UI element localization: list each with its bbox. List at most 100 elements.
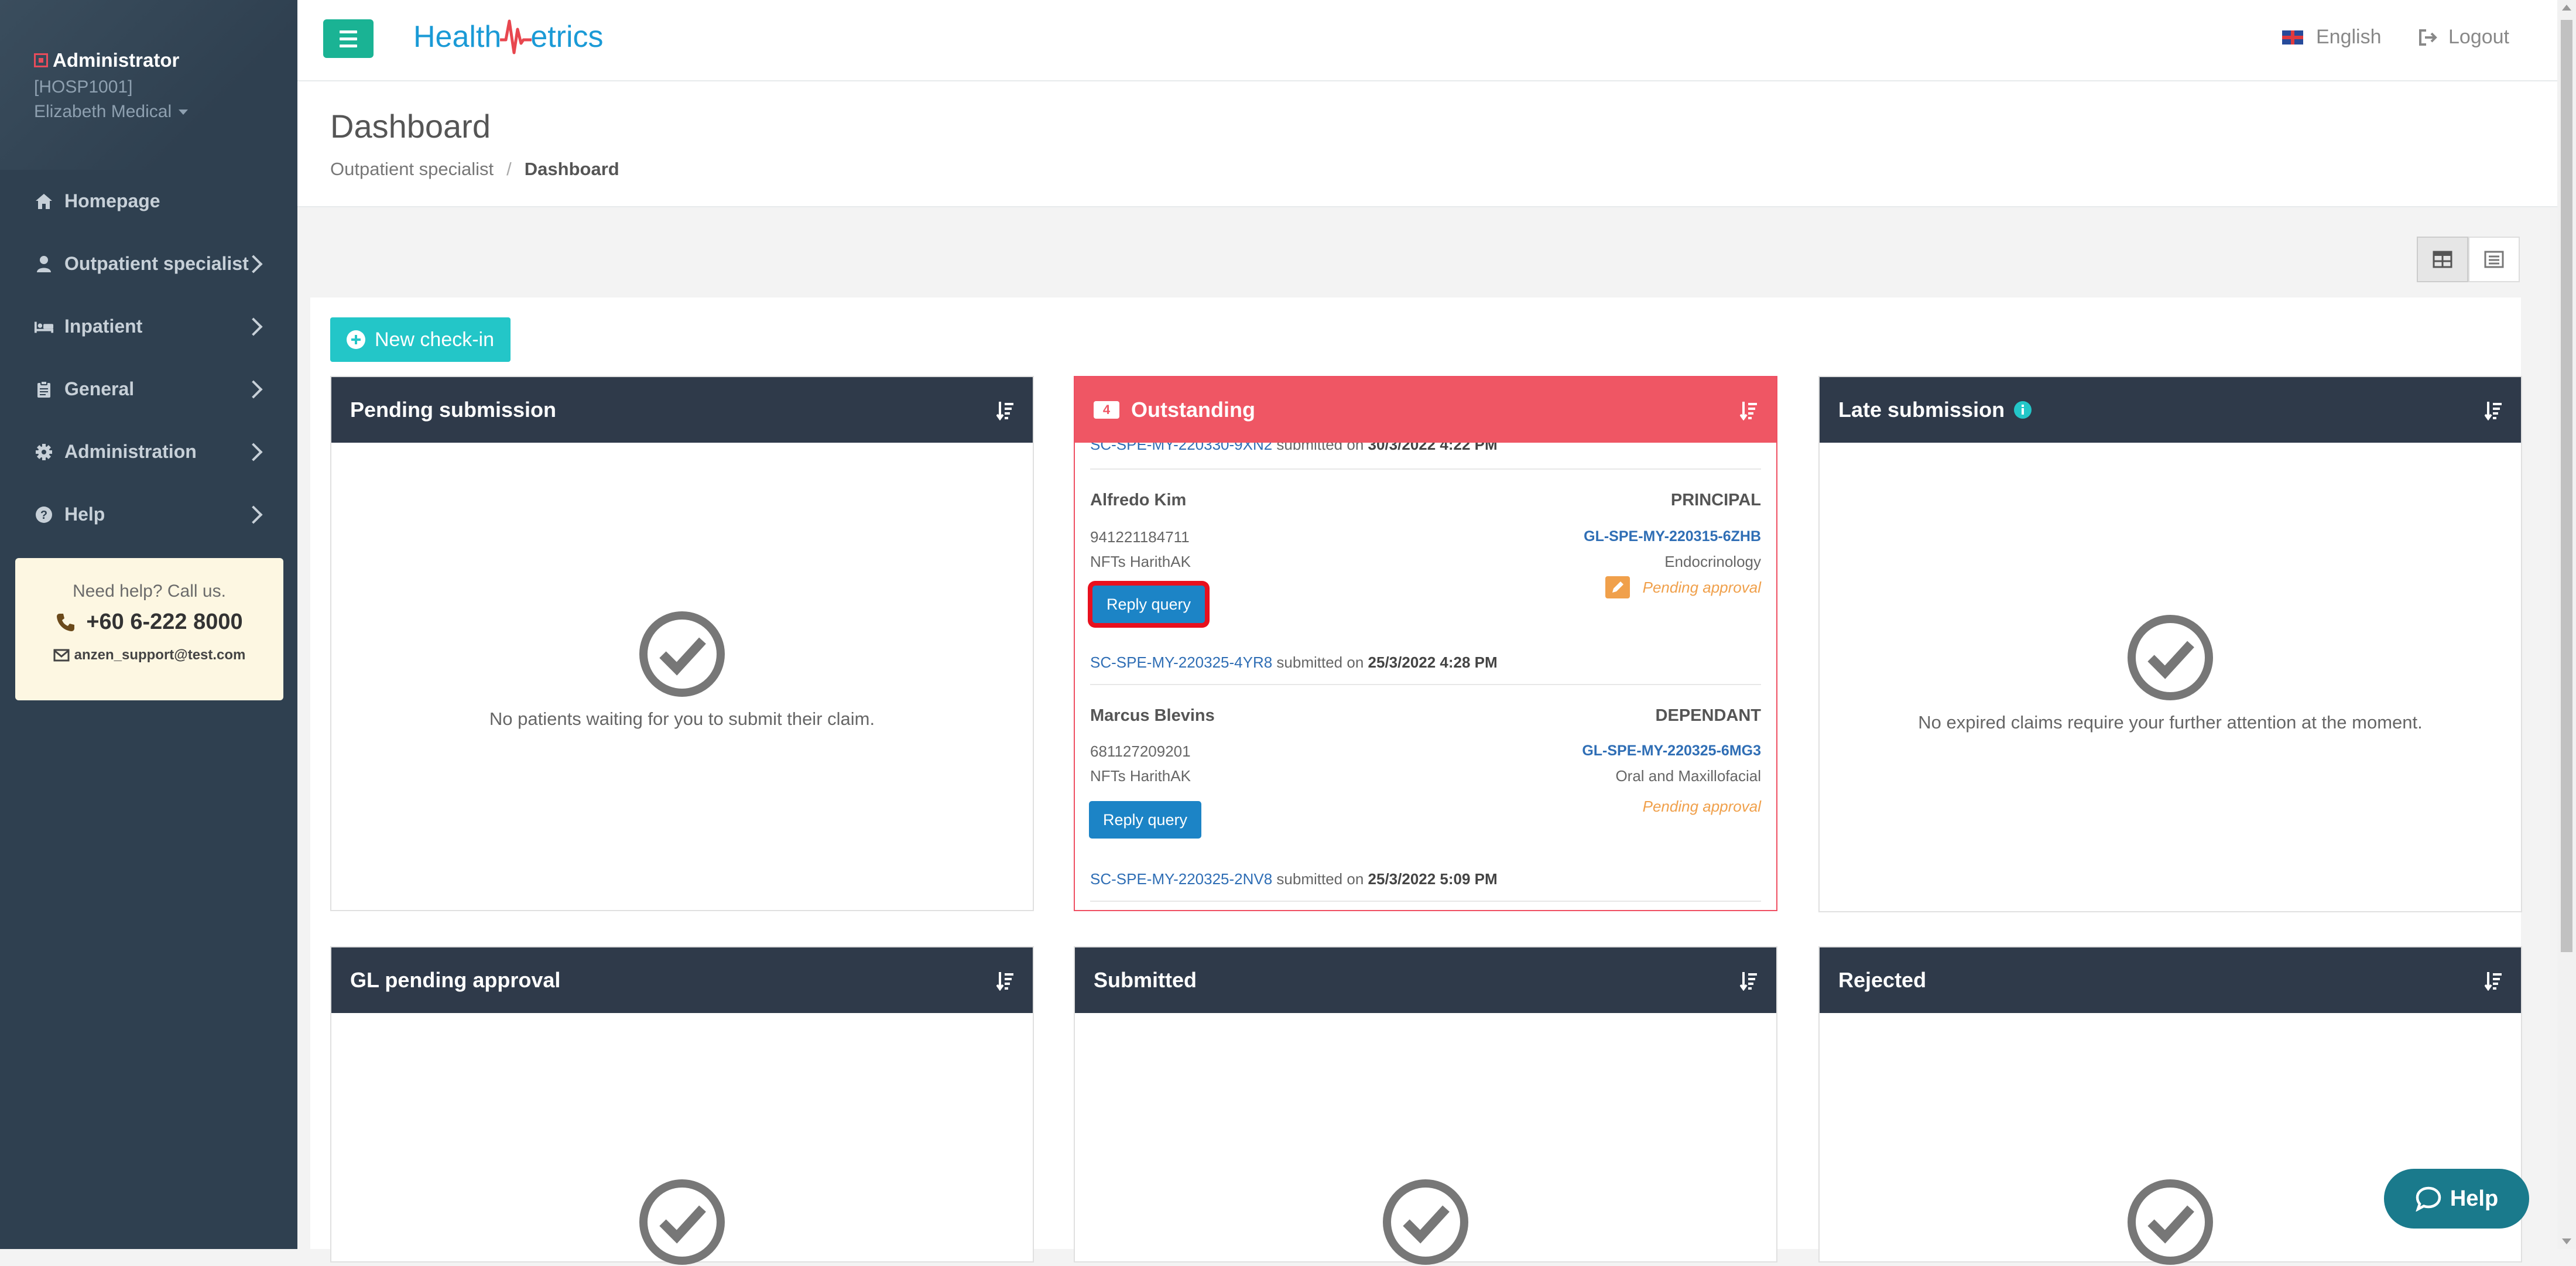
- logout-link[interactable]: Logout: [2418, 26, 2509, 49]
- company-name: NFTs HarithAK: [1090, 553, 1191, 570]
- logout-label: Logout: [2448, 26, 2509, 48]
- support-email-address: anzen_support@test.com: [74, 647, 246, 663]
- sidebar-item-label: Inpatient: [64, 316, 143, 337]
- menu-toggle-button[interactable]: [323, 19, 374, 58]
- empty-message: No patients waiting for you to submit th…: [489, 709, 875, 729]
- sidebar-item-outpatient-specialist[interactable]: Outpatient specialist: [0, 232, 297, 295]
- sidebar-item-label: Administration: [64, 441, 197, 462]
- claim-ref-link[interactable]: SC-SPE-MY-220330-9XN2: [1090, 443, 1272, 453]
- status-text: Pending approval: [1642, 798, 1761, 815]
- sidebar-item-general[interactable]: General: [0, 358, 297, 420]
- patient-id: 941221184711: [1090, 528, 1190, 546]
- sort-icon[interactable]: [2485, 971, 2502, 991]
- claim-ref-line: SC-SPE-MY-220330-9XN2 submitted on 30/3/…: [1090, 443, 1498, 454]
- info-icon[interactable]: [2014, 401, 2032, 419]
- help-chat-button[interactable]: Help: [2384, 1169, 2529, 1229]
- sort-icon[interactable]: [996, 971, 1014, 991]
- sign-out-icon: [2419, 29, 2437, 46]
- status-text: Pending approval: [1642, 578, 1761, 596]
- gl-number-link[interactable]: GL-SPE-MY-220315-6ZHB: [1584, 528, 1761, 545]
- support-email[interactable]: anzen_support@test.com: [15, 647, 283, 663]
- gl-number-link[interactable]: GL-SPE-MY-220325-6MG3: [1582, 743, 1761, 759]
- breadcrumb-current: Dashboard: [524, 159, 619, 179]
- panel-gl-pending-approval: GL pending approval: [330, 946, 1034, 1265]
- patient-name: Alfredo Kim: [1090, 491, 1187, 509]
- relation-label: PRINCIPAL: [1670, 491, 1761, 509]
- support-callout: Need help? Call us. +60 6-222 8000 anzen…: [15, 558, 283, 700]
- hospital-selector[interactable]: Elizabeth Medical: [34, 102, 189, 122]
- reply-query-button[interactable]: Reply query: [1089, 801, 1201, 839]
- chevron-right-icon: [244, 379, 263, 399]
- user-role[interactable]: Administrator: [34, 49, 179, 71]
- sort-icon[interactable]: [2485, 401, 2502, 420]
- sidebar: Administrator [HOSP1001] Elizabeth Medic…: [0, 0, 297, 1249]
- chat-bubble-icon: [2416, 1186, 2441, 1212]
- panel-header: Submitted: [1075, 947, 1776, 1013]
- relation-label: DEPENDANT: [1655, 706, 1761, 725]
- claim-ref-link[interactable]: SC-SPE-MY-220325-4YR8: [1090, 653, 1272, 671]
- chevron-right-icon: [244, 442, 263, 461]
- sort-icon[interactable]: [996, 401, 1014, 420]
- grid-icon: [2433, 251, 2452, 268]
- check-circle-icon: [639, 611, 725, 697]
- support-phone[interactable]: +60 6-222 8000: [15, 610, 283, 635]
- breadcrumb: Outpatient specialist / Dashboard: [330, 159, 619, 180]
- grid-view-button[interactable]: [2417, 237, 2468, 282]
- chevron-right-icon: [244, 505, 263, 524]
- new-checkin-label: New check-in: [374, 328, 495, 351]
- panel-header: 4 Outstanding: [1075, 377, 1776, 443]
- submitted-on-label: submitted on: [1276, 653, 1364, 671]
- sort-icon[interactable]: [1740, 971, 1758, 991]
- app-root: Administrator [HOSP1001] Elizabeth Medic…: [0, 0, 2576, 1265]
- check-circle-icon: [2128, 1179, 2213, 1265]
- submitted-date: 25/3/2022 4:28 PM: [1368, 653, 1498, 671]
- sidebar-item-homepage[interactable]: Homepage: [0, 170, 297, 232]
- support-phone-number: +60 6-222 8000: [86, 610, 243, 634]
- hamburger-icon: [340, 30, 357, 33]
- sidebar-item-administration[interactable]: Administration: [0, 420, 297, 483]
- support-title: Need help? Call us.: [73, 581, 226, 601]
- claim-ref-link[interactable]: SC-SPE-MY-220325-2NV8: [1090, 870, 1272, 888]
- sidebar-item-help[interactable]: ? Help: [0, 483, 297, 546]
- check-circle-icon: [639, 1179, 725, 1265]
- panel-header: Pending submission: [331, 377, 1033, 443]
- panel-title: Rejected: [1838, 968, 1927, 992]
- language-selector[interactable]: English: [2282, 26, 2382, 49]
- app-logo[interactable]: Health etrics: [413, 16, 604, 57]
- sidebar-item-label: Help: [64, 504, 105, 525]
- list-view-button[interactable]: [2468, 237, 2520, 282]
- outstanding-list[interactable]: SC-SPE-MY-220330-9XN2 submitted on 30/3/…: [1075, 443, 1776, 928]
- user-profile: Administrator [HOSP1001] Elizabeth Medic…: [0, 0, 297, 170]
- check-circle-icon: [1383, 1179, 1468, 1265]
- envelope-icon: [53, 649, 70, 662]
- chevron-right-icon: [244, 317, 263, 336]
- panel-title: Outstanding: [1131, 398, 1255, 422]
- sidebar-item-label: General: [64, 378, 135, 399]
- help-chat-label: Help: [2450, 1186, 2499, 1211]
- list-icon: [2484, 251, 2504, 268]
- scroll-up-arrow-icon[interactable]: [2562, 5, 2571, 11]
- logo-text-left: Health: [413, 20, 502, 54]
- question-icon: ?: [34, 505, 54, 525]
- submitted-on-label: submitted on: [1276, 870, 1364, 888]
- breadcrumb-item[interactable]: Outpatient specialist: [330, 159, 494, 179]
- reply-query-button[interactable]: Reply query: [1092, 586, 1205, 623]
- panel-title: Late submission: [1838, 398, 2005, 422]
- sidebar-item-inpatient[interactable]: Inpatient: [0, 295, 297, 358]
- submitted-date: 30/3/2022 4:22 PM: [1368, 443, 1498, 453]
- scroll-down-arrow-icon[interactable]: [2562, 1238, 2571, 1244]
- submitted-date: 25/3/2022 5:09 PM: [1368, 870, 1498, 888]
- panel-header: Late submission: [1820, 377, 2521, 443]
- scrollbar-thumb[interactable]: [2561, 20, 2572, 952]
- gear-icon: [34, 442, 54, 462]
- status-badge: Pending approval: [1643, 798, 1761, 816]
- sort-icon[interactable]: [1740, 401, 1758, 420]
- page-scrollbar[interactable]: [2557, 0, 2576, 1249]
- bed-icon: [34, 317, 54, 337]
- outstanding-count-badge: 4: [1094, 401, 1119, 419]
- new-checkin-button[interactable]: New check-in: [330, 317, 511, 362]
- hospital-code: [HOSP1001]: [34, 77, 133, 97]
- svg-text:?: ?: [40, 509, 47, 522]
- breadcrumb-separator: /: [506, 159, 512, 179]
- language-label: English: [2316, 26, 2382, 48]
